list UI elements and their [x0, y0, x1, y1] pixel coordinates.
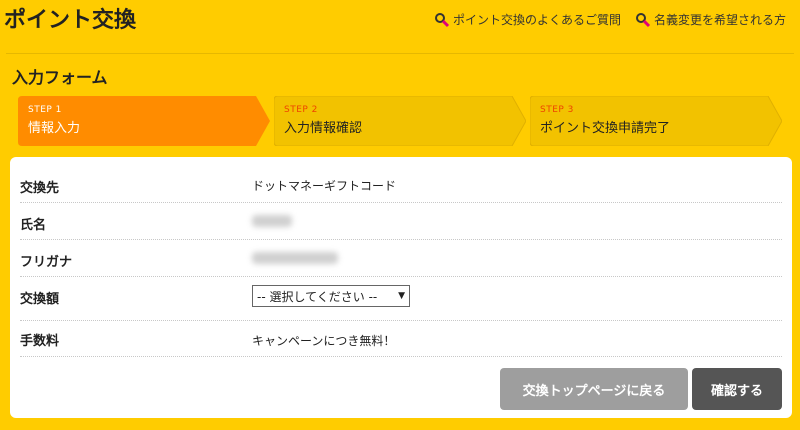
- step-2: STEP 2 入力情報確認: [274, 96, 526, 146]
- name-change-link[interactable]: 名義変更を希望される方: [635, 11, 786, 28]
- step-indicator: STEP 1 情報入力 STEP 2 入力情報確認 STEP 3 ポイント交換申…: [18, 96, 784, 146]
- exchange-target-key: 交換先: [20, 181, 60, 196]
- faq-link[interactable]: ポイント交換のよくあるご質問: [434, 11, 621, 28]
- form-card: 交換先 ドットマネーギフトコード 氏名 フリガナ 交換額 -- 選択してください…: [10, 157, 792, 418]
- row-furigana: フリガナ: [20, 240, 782, 277]
- name-key: 氏名: [20, 218, 47, 233]
- row-exchange-amount: 交換額 -- 選択してください -- ▼: [20, 277, 782, 321]
- step-1-number: STEP 1: [28, 105, 62, 115]
- fee-value: キャンペーンにつき無料！: [252, 334, 396, 348]
- step-3: STEP 3 ポイント交換申請完了: [530, 96, 782, 146]
- row-exchange-target: 交換先 ドットマネーギフトコード: [20, 165, 782, 203]
- exchange-amount-select[interactable]: -- 選択してください -- ▼: [252, 285, 410, 307]
- confirm-button[interactable]: 確認する: [692, 368, 782, 410]
- faq-link-label: ポイント交換のよくあるご質問: [452, 13, 621, 27]
- dropdown-arrow-icon: ▼: [398, 291, 405, 301]
- name-value-redacted: [252, 215, 292, 230]
- step-2-number: STEP 2: [284, 105, 318, 115]
- form-title: 入力フォーム: [12, 68, 108, 87]
- step-3-label: ポイント交換申請完了: [540, 121, 671, 136]
- help-search-icon: [434, 12, 450, 27]
- furigana-key: フリガナ: [20, 255, 73, 270]
- step-3-number: STEP 3: [540, 105, 574, 115]
- exchange-amount-select-value: -- 選択してください --: [257, 289, 378, 304]
- exchange-amount-key: 交換額: [20, 292, 60, 307]
- help-search-icon: [635, 12, 651, 27]
- exchange-target-value: ドットマネーギフトコード: [252, 179, 397, 193]
- back-to-top-button[interactable]: 交換トップページに戻る: [500, 368, 688, 410]
- name-change-link-label: 名義変更を希望される方: [653, 13, 786, 27]
- row-fee: 手数料 キャンペーンにつき無料！: [20, 321, 782, 357]
- page-header: ポイント交換 ポイント交換のよくあるご質問 名義変更を希望される方: [0, 0, 800, 54]
- row-name: 氏名: [20, 203, 782, 240]
- page-title: ポイント交換: [4, 8, 137, 33]
- furigana-value-redacted: [252, 252, 338, 267]
- fee-key: 手数料: [20, 334, 60, 349]
- help-links: ポイント交換のよくあるご質問 名義変更を希望される方: [434, 11, 786, 28]
- header-divider: [6, 53, 794, 54]
- step-1-label: 情報入力: [28, 121, 81, 136]
- step-1: STEP 1 情報入力: [18, 96, 270, 146]
- step-2-label: 入力情報確認: [284, 121, 363, 136]
